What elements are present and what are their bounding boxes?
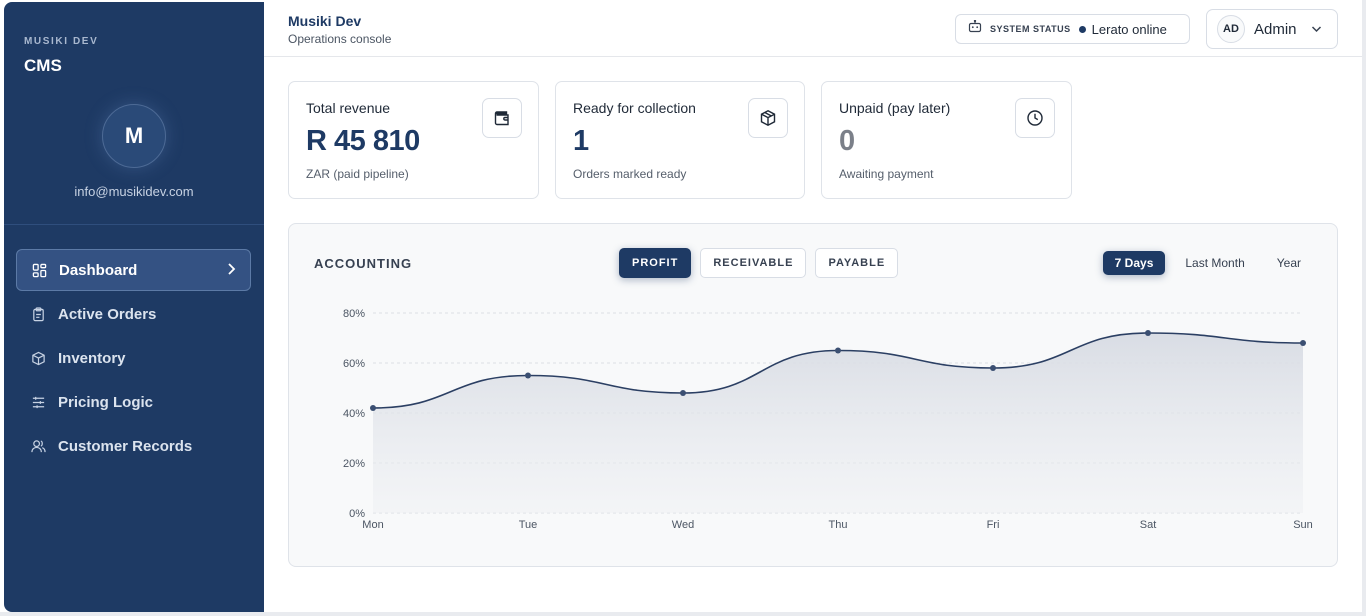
system-status-badge[interactable]: SYSTEM STATUS Lerato online xyxy=(955,14,1190,44)
kpi-card-total-revenue: Total revenue R 45 810 ZAR (paid pipelin… xyxy=(288,81,539,199)
data-point xyxy=(835,347,841,354)
status-label: SYSTEM STATUS xyxy=(990,24,1071,34)
app-window: MUSIKI DEV CMS M info@musikidev.com Dash… xyxy=(0,0,1366,616)
user-email: info@musikidev.com xyxy=(74,184,194,199)
sidebar-item-label: Pricing Logic xyxy=(58,393,154,411)
profit-area-chart: 0%20%40%60%80%Mon Tue Wed Thu Fri Sat Sun xyxy=(343,308,1313,531)
clipboard-icon xyxy=(30,306,46,322)
top-header: Musiki Dev Operations console SYSTEM STA… xyxy=(264,0,1362,57)
x-tick-label: Mon xyxy=(362,519,383,531)
profit-area-fill xyxy=(373,333,1303,513)
card-subtitle: Awaiting payment xyxy=(839,167,934,181)
card-value: 0 xyxy=(839,125,855,157)
chevron-down-icon xyxy=(1311,20,1322,38)
card-title: Ready for collection xyxy=(573,100,696,116)
sidebar-divider xyxy=(4,224,264,225)
y-tick-label: 60% xyxy=(343,358,365,370)
admin-avatar: AD xyxy=(1217,15,1245,43)
sidebar-item-pricing-logic[interactable]: Pricing Logic xyxy=(16,381,251,423)
package-icon xyxy=(748,98,788,138)
sidebar-item-active-orders[interactable]: Active Orders xyxy=(16,293,251,335)
brand-company: MUSIKI DEV xyxy=(24,36,99,47)
admin-name: Admin xyxy=(1254,20,1297,38)
card-subtitle: ZAR (paid pipeline) xyxy=(306,167,409,181)
horizontal-scrollbar[interactable] xyxy=(0,612,1366,616)
sidebar-item-inventory[interactable]: Inventory xyxy=(16,337,251,379)
users-icon xyxy=(30,438,46,454)
card-title: Unpaid (pay later) xyxy=(839,100,951,116)
kpi-card-ready-for-collection: Ready for collection 1 Orders marked rea… xyxy=(555,81,805,199)
box-icon xyxy=(30,350,46,366)
data-point xyxy=(680,390,686,396)
data-point xyxy=(1145,330,1151,336)
sidebar-item-label: Dashboard xyxy=(59,261,138,279)
data-point xyxy=(990,365,996,371)
card-value: R 45 810 xyxy=(306,125,420,157)
sidebar-item-dashboard[interactable]: Dashboard xyxy=(16,249,251,291)
y-tick-label: 20% xyxy=(343,458,365,470)
clock-icon xyxy=(1015,98,1055,138)
x-tick-label: Wed xyxy=(672,519,694,531)
y-tick-label: 80% xyxy=(343,308,365,320)
x-tick-label: Fri xyxy=(987,519,1000,531)
sidebar-item-label: Inventory xyxy=(58,349,126,367)
card-value: 1 xyxy=(573,125,589,157)
x-tick-label: Thu xyxy=(829,519,848,531)
user-avatar[interactable]: M xyxy=(102,104,166,168)
status-text: Lerato online xyxy=(1091,21,1167,37)
sliders-icon xyxy=(30,394,46,410)
page-subtitle: Operations console xyxy=(288,32,392,46)
sidebar-nav: Dashboard Active Orders Inventory Pricin… xyxy=(16,249,251,469)
x-tick-label: Sun xyxy=(1293,519,1313,531)
kpi-card-unpaid: Unpaid (pay later) 0 Awaiting payment xyxy=(821,81,1072,199)
sidebar-item-label: Customer Records xyxy=(58,437,193,455)
y-tick-label: 40% xyxy=(343,408,365,420)
status-dot xyxy=(1078,25,1086,33)
data-point xyxy=(1300,340,1306,346)
sidebar-item-customer-records[interactable]: Customer Records xyxy=(16,425,251,467)
x-tick-label: Sat xyxy=(1140,519,1157,531)
sidebar-item-label: Active Orders xyxy=(58,305,157,323)
x-tick-label: Tue xyxy=(519,519,538,531)
data-point xyxy=(525,372,531,379)
dashboard-grid-icon xyxy=(31,262,47,278)
vertical-scrollbar[interactable] xyxy=(1362,0,1366,616)
sidebar: MUSIKI DEV CMS M info@musikidev.com Dash… xyxy=(4,2,264,612)
chevron-right-icon xyxy=(226,262,236,280)
card-title: Total revenue xyxy=(306,100,391,116)
admin-menu-button[interactable]: AD Admin xyxy=(1206,9,1338,49)
data-point xyxy=(370,405,376,411)
accounting-panel: ACCOUNTING PROFIT RECEIVABLE PAYABLE 7 D… xyxy=(288,223,1338,567)
card-subtitle: Orders marked ready xyxy=(573,167,687,181)
brand-app-name: CMS xyxy=(24,56,62,75)
page-title: Musiki Dev xyxy=(288,13,362,29)
wallet-icon xyxy=(482,98,522,138)
robot-icon xyxy=(968,19,982,38)
